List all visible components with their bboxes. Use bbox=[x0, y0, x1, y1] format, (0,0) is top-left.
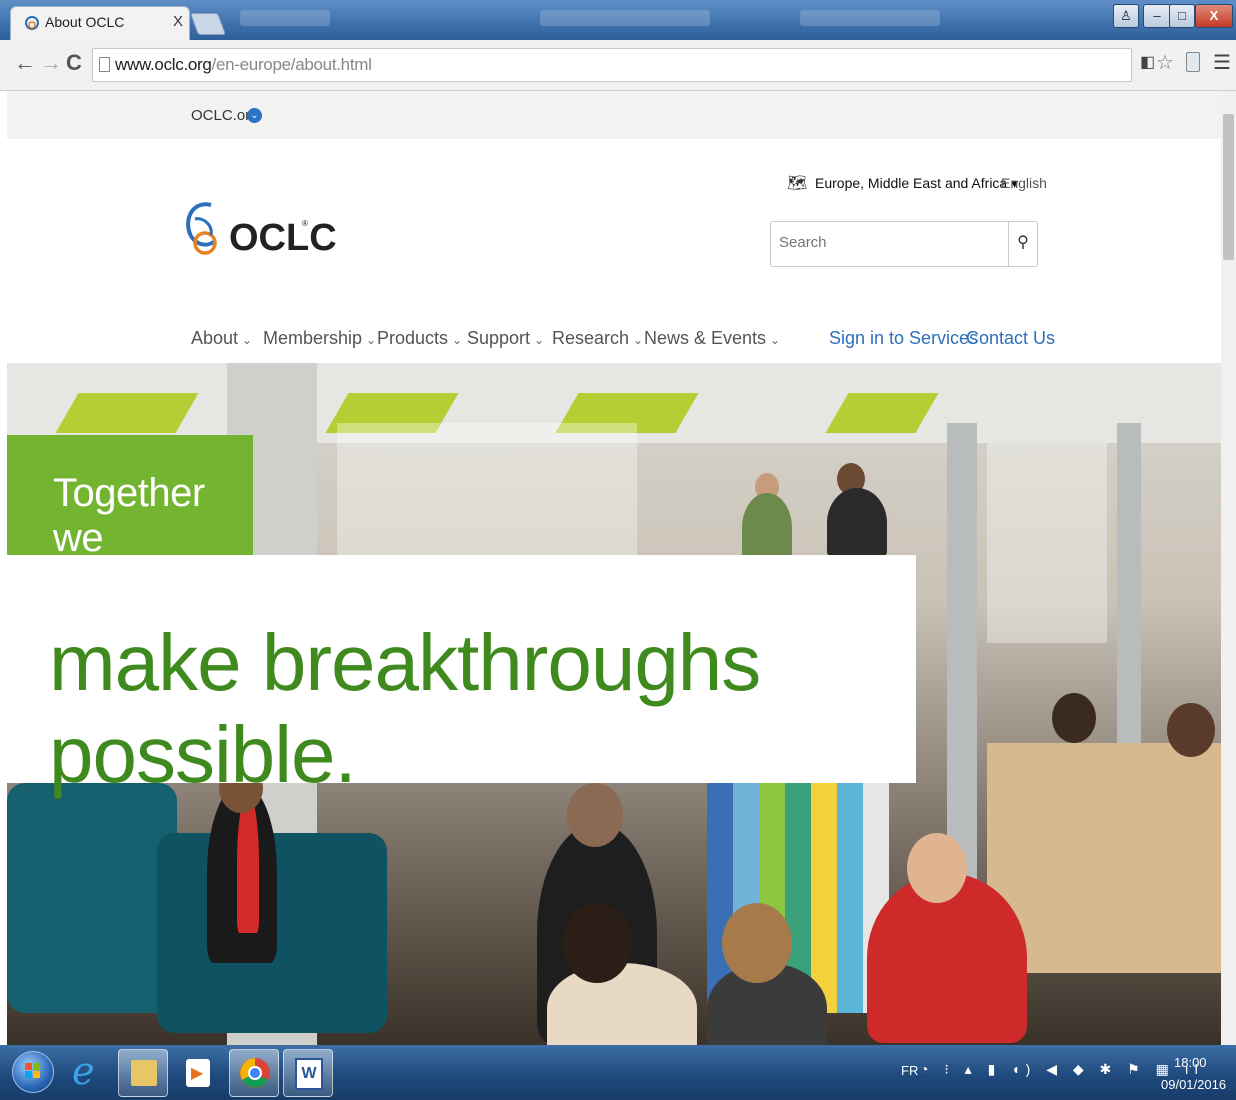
search-box: ⚲ bbox=[770, 221, 1038, 267]
search-input[interactable] bbox=[777, 233, 1001, 252]
page-icon bbox=[99, 57, 110, 72]
clock-date[interactable]: 09/01/2016 bbox=[1161, 1077, 1226, 1092]
taskbar-chrome[interactable] bbox=[229, 1049, 279, 1097]
region-selector[interactable]: Europe, Middle East and Africa ▾ bbox=[815, 175, 1018, 192]
system-tray-icons[interactable]: ◔ ⁝ ▴ ▮ ◖) ◀ ◆ ✱ ⚑ ▦ ıl bbox=[920, 1061, 1204, 1078]
chevron-down-icon: ⌄ bbox=[770, 333, 781, 347]
back-button[interactable]: ← bbox=[14, 50, 36, 76]
translate-icon[interactable]: ◧ bbox=[1140, 52, 1155, 72]
start-button[interactable] bbox=[12, 1051, 54, 1093]
maximize-button[interactable]: □ bbox=[1169, 4, 1195, 28]
nav-about[interactable]: About ⌄ bbox=[191, 328, 252, 349]
tab-close-icon[interactable]: X bbox=[173, 13, 183, 30]
search-icon[interactable]: ⚲ bbox=[1008, 222, 1037, 266]
chevron-down-icon: ⌄ bbox=[534, 333, 545, 347]
url-text[interactable]: www.oclc.org/en-europe/about.html bbox=[115, 55, 372, 75]
oclc-logo-icon[interactable] bbox=[181, 199, 225, 263]
blurred-tab bbox=[800, 10, 940, 26]
blurred-tab bbox=[240, 10, 330, 26]
chevron-down-icon: ⌄ bbox=[452, 333, 463, 347]
folder-icon bbox=[131, 1060, 157, 1086]
oclc-favicon-icon bbox=[25, 16, 39, 30]
scrollbar-thumb[interactable] bbox=[1223, 114, 1234, 260]
contact-us-link[interactable]: Contact Us bbox=[966, 328, 1055, 349]
windows-logo-icon bbox=[25, 1063, 40, 1078]
browser-tab-active[interactable]: About OCLC X bbox=[10, 6, 190, 40]
logo-wordmark[interactable]: OCLC bbox=[229, 217, 337, 260]
chevron-down-icon: ⌄ bbox=[633, 333, 644, 347]
taskbar-word[interactable]: W bbox=[283, 1049, 333, 1097]
taskbar-internet-explorer[interactable]: e bbox=[62, 1049, 112, 1097]
chevron-down-icon: ⌄ bbox=[366, 333, 377, 347]
chrome-icon bbox=[240, 1058, 270, 1088]
language-link[interactable]: English bbox=[1001, 175, 1047, 191]
nav-support[interactable]: Support ⌄ bbox=[467, 328, 544, 349]
registered-mark: ® bbox=[302, 219, 308, 228]
nav-products[interactable]: Products ⌄ bbox=[377, 328, 462, 349]
chevron-down-icon: ⌄ bbox=[242, 333, 253, 347]
globe-map-icon: 🗺 bbox=[787, 175, 808, 192]
forward-button[interactable]: → bbox=[40, 50, 62, 76]
reload-button[interactable]: C bbox=[66, 50, 82, 76]
nav-news-events[interactable]: News & Events ⌄ bbox=[644, 328, 780, 349]
hero-headline-line2: make breakthroughs possible. bbox=[49, 618, 761, 799]
taskbar-file-explorer[interactable] bbox=[118, 1049, 168, 1097]
taskbar-media-player[interactable]: ▶ bbox=[174, 1049, 224, 1097]
clock-time[interactable]: 18:00 bbox=[1174, 1055, 1207, 1070]
close-window-button[interactable]: X bbox=[1195, 4, 1233, 28]
sign-in-link[interactable]: Sign in to Services bbox=[829, 328, 978, 349]
blurred-tab bbox=[540, 10, 710, 26]
chevron-down-icon[interactable]: ⌄ bbox=[247, 108, 262, 123]
address-bar[interactable]: www.oclc.org/en-europe/about.html bbox=[92, 48, 1132, 82]
menu-icon[interactable]: ☰ bbox=[1213, 50, 1231, 75]
hero-tagline-box: make breakthroughs possible. bbox=[7, 555, 916, 799]
hero-headline-box: Together we bbox=[7, 435, 253, 560]
web-page: OCLC.org ⌄ OCLC ® 🗺 Europe, Middle East … bbox=[7, 91, 1221, 1045]
tab-title: About OCLC bbox=[45, 14, 125, 30]
minimize-button[interactable]: – bbox=[1143, 4, 1171, 28]
word-icon: W bbox=[295, 1058, 323, 1090]
hero-headline-line1: Together we bbox=[53, 471, 205, 560]
nav-membership[interactable]: Membership ⌄ bbox=[263, 328, 376, 349]
internet-explorer-icon: e bbox=[72, 1049, 95, 1093]
extension-icon[interactable] bbox=[1186, 52, 1200, 72]
nav-research[interactable]: Research ⌄ bbox=[552, 328, 643, 349]
oclc-org-bar bbox=[7, 91, 1221, 139]
bookmark-star-icon[interactable]: ☆ bbox=[1156, 50, 1174, 75]
input-language[interactable]: FR bbox=[901, 1063, 918, 1078]
user-icon[interactable]: ♙ bbox=[1113, 4, 1139, 28]
